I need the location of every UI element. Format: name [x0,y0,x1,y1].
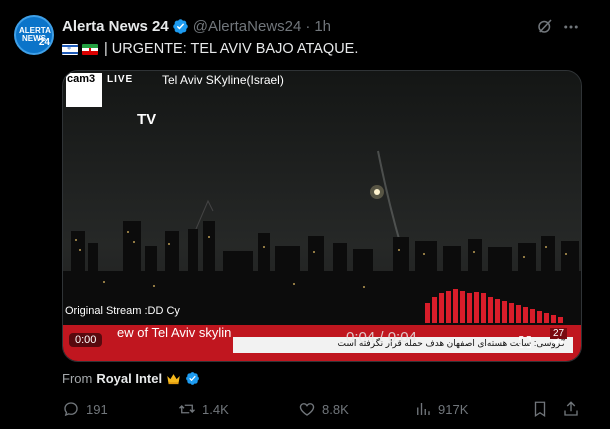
mute-icon[interactable] [551,335,565,349]
channel-logo: TV [137,111,157,128]
ticker-headline: ew of Tel Aviv skylin [117,325,232,340]
crown-icon [167,374,180,385]
heart-icon [299,403,315,416]
views-button[interactable]: 917K [414,399,468,419]
tweet-header: Alerta News 24 @AlertaNews24 · 1h [62,16,331,36]
tweet[interactable]: ALERTA NEWS 24 Alerta News 24 @AlertaNew… [0,0,610,429]
cam-label: cam3 [67,73,96,85]
like-count: 8.8K [322,401,349,417]
source-verified-icon [186,372,199,385]
separator-dot: · [305,17,311,35]
news-ticker: ew of Tel Aviv skylin گروسی: سایت هسته‌ا… [63,325,581,361]
bookmark-button[interactable] [531,399,549,419]
author-handle[interactable]: @AlertaNews24 [193,18,302,35]
share-icon [564,401,578,416]
action-bar: 191 1.4K 8.8K 917K [0,399,610,419]
live-label: LIVE [107,74,134,85]
fullscreen-icon[interactable] [518,335,532,349]
source-attribution: From Royal Intel [62,370,200,387]
stream-title: Tel Aviv SKyline(Israel) [162,73,284,87]
reply-count: 191 [86,401,108,417]
source-label: From [62,371,93,386]
author-display-name[interactable]: Alerta News 24 [62,18,169,35]
repost-icon [179,404,195,414]
post-text-line: ✡ | URGENTE: TEL AVIV BAJO ATAQUE. [62,40,358,58]
reply-icon [64,402,78,417]
bookmark-icon [534,401,546,418]
like-button[interactable]: 8.8K [298,399,349,419]
iran-flag-icon [82,43,98,55]
post-time[interactable]: 1h [314,18,331,35]
cam-logo: cam3 [66,73,102,107]
avatar-logo-number: 24 [38,37,50,48]
repost-count: 1.4K [202,401,229,417]
views-icon [417,403,430,415]
grok-icon[interactable] [536,17,554,35]
verified-badge-icon [172,18,188,34]
repost-button[interactable]: 1.4K [178,399,229,419]
more-options-icon[interactable] [562,18,580,36]
post-text: | URGENTE: TEL AVIV BAJO ATAQUE. [104,41,359,57]
avatar[interactable]: ALERTA NEWS 24 [14,15,54,55]
video-time-display: 0:04 / 0:04 [346,329,417,346]
source-account-link[interactable]: Royal Intel [96,371,162,386]
video-player[interactable]: cam3 LIVE Tel Aviv SKyline(Israel) TV Or… [62,70,582,362]
share-button[interactable] [562,399,580,419]
israel-flag-icon: ✡ [62,43,78,55]
video-timecode: 0:00 [69,333,103,347]
view-count: 917K [438,401,469,417]
original-stream-caption: Original Stream :DD Cy [65,305,180,317]
reply-button[interactable]: 191 [62,399,108,419]
